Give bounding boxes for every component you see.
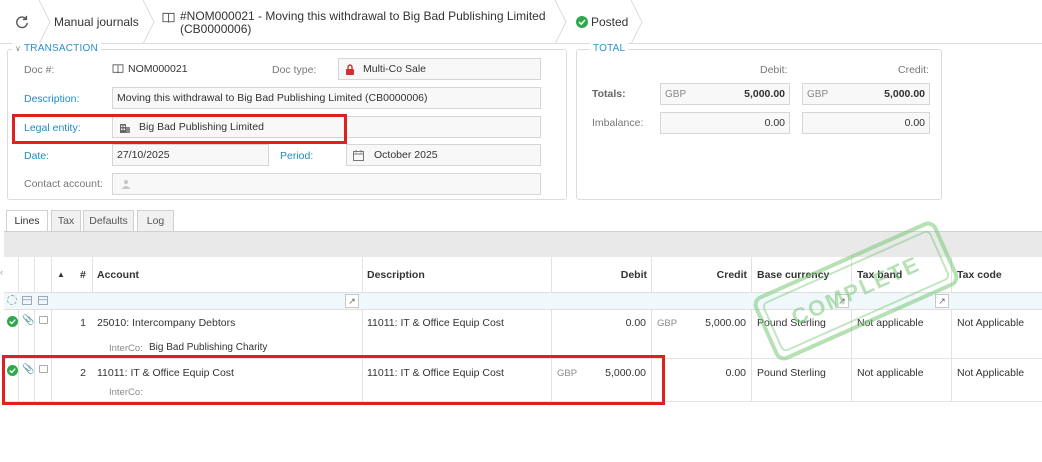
credit-column-label: Credit: bbox=[898, 64, 929, 76]
row-2-highlight bbox=[2, 355, 665, 405]
tab-tax[interactable]: Tax bbox=[51, 210, 81, 232]
transaction-legend[interactable]: ∨ TRANSACTION bbox=[12, 43, 101, 54]
breadcrumb-document[interactable]: #NOM000021 - Moving this withdrawal to B… bbox=[162, 0, 552, 44]
check-circle-icon bbox=[7, 316, 18, 327]
refresh-icon bbox=[16, 15, 28, 29]
clipped-edge-mark: ‹ bbox=[0, 267, 3, 277]
doc-type-label: Doc type: bbox=[272, 64, 317, 76]
totals-label: Totals: bbox=[592, 88, 626, 100]
breadcrumb-separator bbox=[554, 0, 568, 45]
check-circle-icon bbox=[576, 16, 588, 28]
debit-imbalance-field: 0.00 bbox=[660, 112, 790, 134]
row-debit[interactable]: 0.00 bbox=[551, 317, 646, 329]
contact-account-label: Contact account: bbox=[24, 178, 103, 190]
tab-defaults[interactable]: Defaults bbox=[83, 210, 134, 232]
period-label[interactable]: Period: bbox=[280, 150, 313, 162]
expand-icon[interactable]: ↗ bbox=[935, 294, 949, 308]
description-field[interactable]: Moving this withdrawal to Big Bad Publis… bbox=[112, 87, 541, 109]
breadcrumb-separator bbox=[38, 0, 52, 45]
credit-total-field: GBP 5,000.00 bbox=[802, 83, 930, 105]
expand-icon[interactable]: ↗ bbox=[345, 294, 359, 308]
debit-column-label: Debit: bbox=[760, 64, 788, 76]
row-base-currency[interactable]: Pound Sterling bbox=[757, 367, 826, 379]
breadcrumb-separator bbox=[630, 0, 644, 45]
breadcrumb-separator bbox=[142, 0, 156, 45]
document-subtitle: (CB0000006) bbox=[180, 22, 252, 36]
lock-icon bbox=[346, 63, 354, 75]
date-field[interactable]: 27/10/2025 bbox=[112, 144, 269, 166]
breadcrumb-manual-journals[interactable]: Manual journals bbox=[54, 0, 139, 44]
period-field[interactable]: October 2025 bbox=[346, 144, 541, 166]
imbalance-label: Imbalance: bbox=[592, 117, 644, 129]
row-tax-code[interactable]: Not Applicable bbox=[957, 317, 1024, 329]
row-description[interactable]: 11011: IT & Office Equip Cost bbox=[367, 317, 504, 329]
debit-total-currency: GBP bbox=[665, 88, 687, 100]
date-label[interactable]: Date: bbox=[24, 150, 49, 162]
filter-status-icon[interactable] bbox=[7, 295, 17, 305]
person-icon bbox=[121, 179, 131, 189]
calendar-icon bbox=[353, 149, 364, 161]
tab-log[interactable]: Log bbox=[137, 210, 174, 232]
credit-imbalance-field: 0.00 bbox=[802, 112, 930, 134]
status-label: Posted bbox=[591, 15, 629, 29]
description-label[interactable]: Description: bbox=[24, 93, 79, 105]
filter-clear-icon[interactable]: — bbox=[38, 296, 48, 305]
status-badge: Posted bbox=[576, 0, 628, 44]
chevron-down-icon: ∨ bbox=[15, 44, 22, 53]
contact-account-field[interactable] bbox=[112, 173, 541, 195]
column-header-description[interactable]: Description bbox=[367, 257, 425, 292]
filter-clear-icon[interactable]: — bbox=[22, 296, 32, 305]
breadcrumb-bar: Manual journals #NOM000021 - Moving this… bbox=[0, 0, 1042, 45]
column-header-credit[interactable]: Credit bbox=[651, 257, 747, 292]
row-tax-code[interactable]: Not Applicable bbox=[957, 367, 1024, 379]
row-account[interactable]: 25010: Intercompany Debtors bbox=[97, 317, 235, 329]
doc-number-value: NOM000021 bbox=[112, 63, 188, 75]
book-icon bbox=[162, 12, 175, 23]
doc-type-field[interactable]: Multi-Co Sale bbox=[338, 58, 541, 80]
sort-ascending-icon[interactable]: ▲ bbox=[57, 257, 67, 292]
legal-entity-highlight bbox=[12, 114, 347, 144]
credit-total-value: 5,000.00 bbox=[884, 88, 925, 100]
book-icon bbox=[112, 64, 124, 74]
comment-icon[interactable] bbox=[39, 316, 48, 324]
column-header-tax-code[interactable]: Tax code bbox=[957, 257, 1002, 292]
row-credit[interactable]: 5,000.00 bbox=[651, 317, 746, 329]
total-legend: TOTAL bbox=[590, 43, 629, 54]
interco-value[interactable]: Big Bad Publishing Charity bbox=[149, 342, 267, 353]
column-header-debit[interactable]: Debit bbox=[551, 257, 647, 292]
debit-total-value: 5,000.00 bbox=[744, 88, 785, 100]
interco-label: InterCo: bbox=[109, 343, 143, 354]
attachment-icon[interactable]: 📎 bbox=[22, 315, 34, 326]
credit-total-currency: GBP bbox=[807, 88, 829, 100]
column-header-number[interactable]: # bbox=[80, 257, 86, 292]
tab-lines[interactable]: Lines bbox=[6, 210, 48, 232]
column-header-account[interactable]: Account bbox=[97, 257, 139, 292]
row-credit[interactable]: 0.00 bbox=[651, 367, 746, 379]
debit-total-field: GBP 5,000.00 bbox=[660, 83, 790, 105]
row-tax-band[interactable]: Not applicable bbox=[857, 367, 924, 379]
doc-number-label: Doc #: bbox=[24, 64, 55, 76]
row-number: 1 bbox=[80, 317, 86, 329]
